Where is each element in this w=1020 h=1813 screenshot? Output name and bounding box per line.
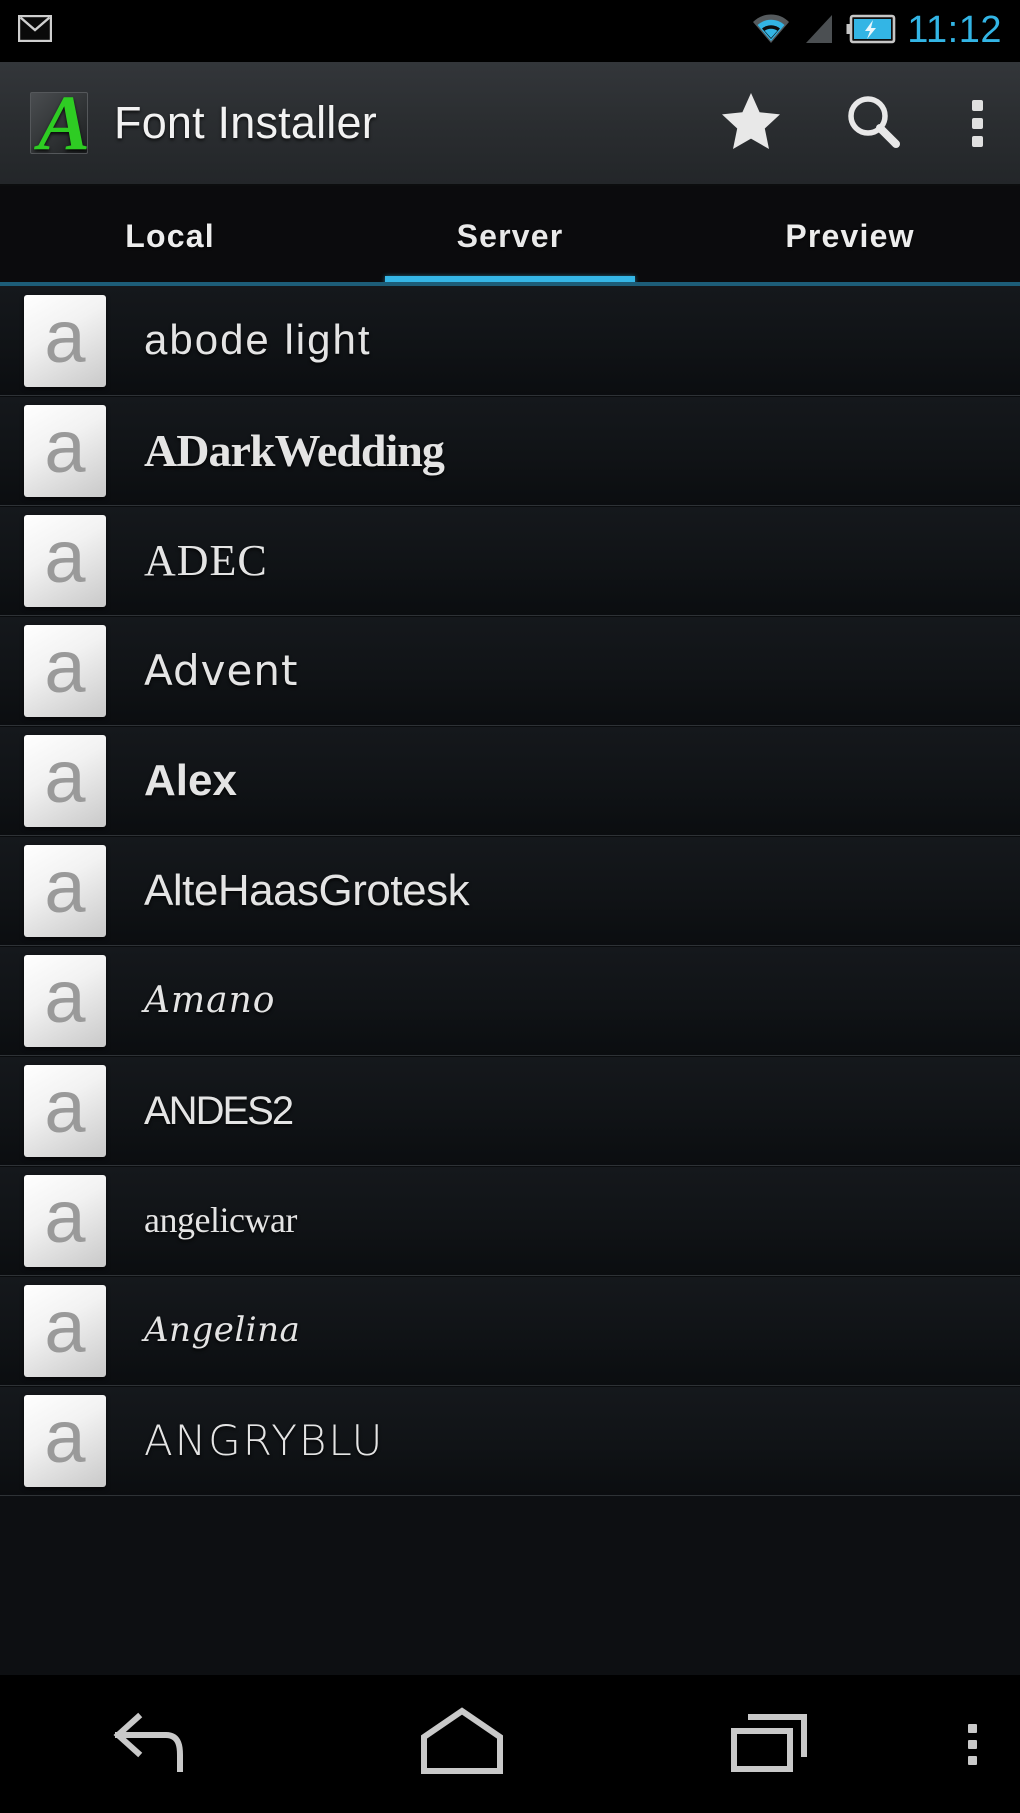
font-thumbnail-icon: a bbox=[24, 294, 106, 387]
search-icon bbox=[844, 92, 902, 155]
thumbnail-glyph: a bbox=[44, 735, 86, 818]
list-item[interactable]: a ADarkWedding bbox=[0, 396, 1020, 506]
font-name: Alex bbox=[144, 755, 237, 805]
status-bar-system-icons: 11:12 bbox=[750, 11, 1002, 52]
thumbnail-glyph: a bbox=[44, 1395, 86, 1478]
battery-charging-icon bbox=[846, 14, 896, 49]
tab-preview[interactable]: Preview bbox=[680, 186, 1020, 286]
status-bar-clock: 11:12 bbox=[907, 8, 1002, 51]
status-bar-notifications bbox=[17, 14, 53, 47]
thumbnail-glyph: a bbox=[44, 1065, 86, 1148]
overflow-menu-button[interactable] bbox=[934, 62, 1020, 184]
list-item[interactable]: a Angelina bbox=[0, 1276, 1020, 1386]
thumbnail-glyph: a bbox=[44, 955, 86, 1038]
wifi-icon bbox=[750, 12, 792, 51]
thumbnail-glyph: a bbox=[44, 294, 86, 378]
list-item[interactable]: a ADEC bbox=[0, 506, 1020, 616]
font-list[interactable]: a abode light a ADarkWedding a ADEC a Ad… bbox=[0, 286, 1020, 1675]
gmail-icon bbox=[17, 14, 53, 47]
recents-button[interactable] bbox=[616, 1675, 924, 1813]
font-name: ANDES2 bbox=[144, 1089, 294, 1133]
back-button[interactable] bbox=[0, 1675, 308, 1813]
font-thumbnail-icon: a bbox=[24, 1175, 106, 1267]
font-thumbnail-icon: a bbox=[24, 1395, 106, 1487]
cellular-signal-icon bbox=[803, 12, 835, 51]
font-name: ANGRYBLU bbox=[144, 1415, 385, 1465]
thumbnail-glyph: a bbox=[44, 1285, 86, 1368]
recents-icon bbox=[724, 1705, 816, 1784]
star-icon bbox=[720, 91, 782, 156]
font-name: AlteHaasGrotesk bbox=[144, 865, 470, 915]
tab-bar: Local Server Preview bbox=[0, 186, 1020, 286]
overflow-menu-icon bbox=[971, 99, 983, 147]
font-installer-logo-icon: A bbox=[24, 79, 102, 166]
system-navigation-bar bbox=[0, 1675, 1020, 1813]
action-bar: A Font Installer bbox=[0, 62, 1020, 186]
font-thumbnail-icon: a bbox=[24, 625, 106, 717]
list-item[interactable]: a angelicwar bbox=[0, 1166, 1020, 1276]
action-bar-buttons bbox=[690, 62, 1020, 184]
font-name: angelicwar bbox=[144, 1200, 297, 1241]
overflow-menu-icon bbox=[967, 1723, 977, 1765]
status-bar: 11:12 bbox=[0, 0, 1020, 62]
font-name: abode light bbox=[144, 316, 372, 364]
font-thumbnail-icon: a bbox=[24, 515, 106, 607]
font-name: Advent bbox=[144, 645, 299, 695]
list-item[interactable]: a Amano bbox=[0, 946, 1020, 1056]
font-thumbnail-icon: a bbox=[24, 955, 106, 1047]
favorites-button[interactable] bbox=[690, 62, 812, 184]
font-name: Amano bbox=[144, 980, 276, 1022]
nav-overflow-button[interactable] bbox=[924, 1675, 1020, 1813]
list-item[interactable]: a Advent bbox=[0, 616, 1020, 726]
list-item[interactable]: a ANGRYBLU bbox=[0, 1386, 1020, 1496]
home-icon bbox=[412, 1705, 512, 1784]
search-button[interactable] bbox=[812, 62, 934, 184]
logo-letter: A bbox=[38, 79, 91, 166]
list-item[interactable]: a Alex bbox=[0, 726, 1020, 836]
tab-server[interactable]: Server bbox=[340, 186, 680, 286]
thumbnail-glyph: a bbox=[44, 845, 86, 928]
font-name: ADarkWedding bbox=[144, 424, 445, 476]
font-name: Angelina bbox=[144, 1310, 301, 1351]
font-name: ADEC bbox=[144, 535, 268, 585]
font-thumbnail-icon: a bbox=[24, 1065, 106, 1157]
thumbnail-glyph: a bbox=[44, 1175, 86, 1258]
tab-preview-label: Preview bbox=[785, 217, 915, 254]
font-thumbnail-icon: a bbox=[24, 735, 106, 827]
list-item[interactable]: a abode light bbox=[0, 286, 1020, 396]
tab-local[interactable]: Local bbox=[0, 186, 340, 286]
back-arrow-icon bbox=[108, 1705, 200, 1784]
home-button[interactable] bbox=[308, 1675, 616, 1813]
thumbnail-glyph: a bbox=[44, 625, 86, 708]
list-item[interactable]: a AlteHaasGrotesk bbox=[0, 836, 1020, 946]
list-item[interactable]: a ANDES2 bbox=[0, 1056, 1020, 1166]
tab-server-label: Server bbox=[456, 217, 564, 254]
thumbnail-glyph: a bbox=[44, 405, 86, 488]
font-thumbnail-icon: a bbox=[24, 845, 106, 937]
app-title: Font Installer bbox=[114, 97, 377, 148]
phone-screen: 11:12 A Font Installer Local Server Prev… bbox=[0, 0, 1020, 1813]
font-thumbnail-icon: a bbox=[24, 1285, 106, 1377]
thumbnail-glyph: a bbox=[44, 515, 86, 598]
tab-local-label: Local bbox=[125, 217, 215, 254]
font-thumbnail-icon: a bbox=[24, 405, 106, 497]
